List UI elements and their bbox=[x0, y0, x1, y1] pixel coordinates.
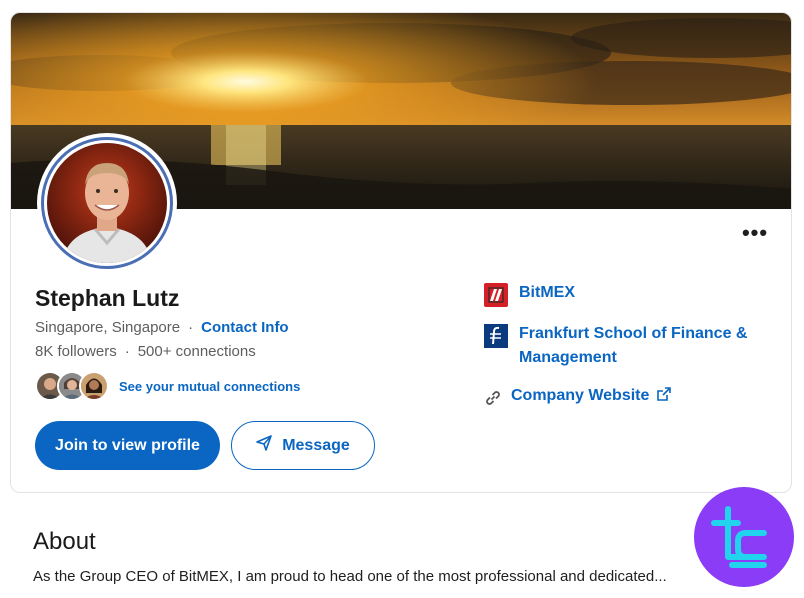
organizations-list: BitMEX Frankfurt School of Finance & Man… bbox=[483, 281, 773, 425]
company-website-label: Company Website bbox=[511, 387, 650, 404]
connections-count: 500+ connections bbox=[137, 343, 256, 360]
followers-count: 8K followers bbox=[35, 343, 117, 360]
stats-row: 8K followers · 500+ connections bbox=[35, 343, 256, 360]
external-link-icon bbox=[657, 387, 672, 406]
org-item-frankfurt-school[interactable]: Frankfurt School of Finance & Management bbox=[483, 322, 773, 370]
profile-name: Stephan Lutz bbox=[35, 285, 180, 311]
about-heading: About bbox=[33, 528, 96, 555]
separator-dot: · bbox=[124, 343, 130, 360]
mutual-avatar bbox=[79, 371, 109, 401]
mutual-avatars bbox=[35, 371, 109, 401]
mutual-connections-link[interactable]: See your mutual connections bbox=[119, 379, 300, 394]
profile-avatar[interactable] bbox=[37, 133, 177, 273]
org-name: BitMEX bbox=[519, 284, 575, 301]
org-name: Frankfurt School of Finance & Management bbox=[519, 325, 748, 366]
join-to-view-profile-button[interactable]: Join to view profile bbox=[35, 421, 220, 470]
separator-dot: · bbox=[188, 319, 194, 336]
profile-card: ••• Stephan Lutz Singapore, Singapore · … bbox=[10, 12, 792, 493]
more-options-button[interactable]: ••• bbox=[735, 219, 775, 247]
contact-info-link[interactable]: Contact Info bbox=[201, 319, 289, 336]
location-text: Singapore, Singapore bbox=[35, 319, 181, 336]
watermark-logo bbox=[694, 487, 794, 587]
mutual-connections[interactable]: See your mutual connections bbox=[35, 371, 300, 401]
org-item-bitmex[interactable]: BitMEX bbox=[483, 281, 773, 308]
frankfurt-school-logo bbox=[483, 323, 509, 349]
message-button[interactable]: Message bbox=[231, 421, 375, 470]
company-website-link[interactable]: Company Website bbox=[483, 384, 773, 411]
link-icon bbox=[483, 385, 503, 411]
bitmex-logo bbox=[483, 282, 509, 308]
location-row: Singapore, Singapore · Contact Info bbox=[35, 319, 289, 336]
message-label: Message bbox=[282, 436, 350, 454]
about-text: As the Group CEO of BitMEX, I am proud t… bbox=[33, 568, 667, 585]
send-icon bbox=[256, 435, 273, 456]
